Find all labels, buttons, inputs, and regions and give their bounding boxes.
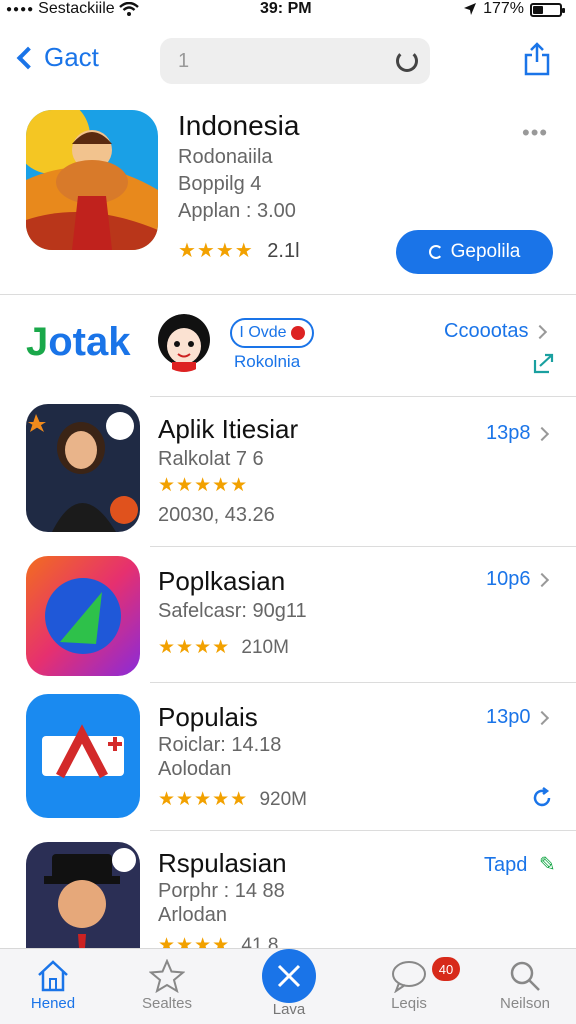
brand-row[interactable]: Jotak I Ovde Rokolnia Ccoootas	[0, 300, 576, 392]
tab-home-label: Hened	[30, 995, 76, 1012]
app-list-item[interactable]: Poplkasian Safelcasr: 90g11 ★★★★ 210M 10…	[0, 556, 576, 676]
more-options-icon[interactable]: •••	[522, 120, 548, 146]
featured-app-version: Applan : 3.00	[178, 200, 296, 222]
chevron-right-icon	[534, 426, 549, 442]
app-link[interactable]: Tapd ✎	[484, 852, 556, 877]
app-meta-secondary: Arlodan	[158, 904, 227, 926]
refresh-icon[interactable]	[530, 786, 554, 810]
carrier-label: Sestackiile	[38, 0, 115, 17]
star-rating-icon: ★★★★	[158, 637, 231, 658]
record-icon	[290, 326, 305, 340]
featured-app-title: Indonesia	[178, 110, 300, 141]
divider	[150, 546, 576, 547]
divider	[150, 830, 576, 831]
refresh-icon	[428, 245, 443, 259]
featured-app-info: Rodonaiila Boppilg 4 Applan : 3.00	[178, 144, 296, 225]
app-list-item[interactable]: Populais Roiclar: 14.18 Aolodan ★★★★★ 92…	[0, 694, 576, 824]
app-downloads: 210M	[241, 637, 289, 658]
app-link[interactable]: 13p0	[486, 706, 549, 729]
tab-search-label: Neilson	[499, 995, 551, 1012]
brand-subtitle[interactable]: Rokolnia	[234, 352, 300, 372]
avatar[interactable]	[156, 314, 212, 372]
app-link[interactable]: 13p8	[486, 422, 549, 445]
featured-app-rating: ★★★★ 2.1l	[178, 238, 300, 263]
app-rating: ★★★★ 210M	[158, 636, 289, 659]
featured-app-category: Boppilg 4	[178, 173, 262, 195]
search-bar	[160, 38, 430, 84]
close-icon	[277, 964, 301, 988]
app-rating: ★★★★ 41.8	[158, 934, 278, 948]
pill-button[interactable]: I Ovde	[230, 318, 314, 348]
star-rating-icon: ★★★★	[178, 240, 254, 262]
app-rating: ★★★★★ 920M	[158, 788, 307, 811]
featured-app-icon[interactable]	[26, 110, 158, 250]
back-label: Gact	[44, 42, 99, 72]
search-icon	[510, 961, 540, 991]
star-rating-icon: ★★★★★	[158, 789, 249, 810]
tab-favorites-label: Sealtes	[141, 995, 193, 1012]
app-link[interactable]: 10p6	[486, 568, 549, 591]
signal-icon: ●●●●	[6, 3, 35, 15]
featured-app-developer: Rodonaiila	[178, 146, 273, 168]
star-rating-icon: ★★★★★	[158, 475, 249, 496]
app-icon[interactable]	[26, 404, 140, 532]
battery-percent: 177%	[483, 0, 524, 17]
tab-messages-label: Leqis	[391, 995, 427, 1012]
chevron-left-icon	[16, 46, 40, 69]
center-action-button[interactable]	[262, 949, 316, 1003]
app-name: Rspulasian	[158, 848, 287, 878]
star-rating-icon: ★★★★	[158, 935, 231, 948]
app-meta: Ralkolat 7 6	[158, 448, 264, 470]
search-input[interactable]	[160, 38, 360, 84]
tab-search[interactable]: Neilson	[480, 957, 570, 1012]
location-icon	[464, 3, 477, 15]
chevron-right-icon	[534, 710, 549, 726]
share-icon[interactable]	[532, 352, 556, 374]
divider	[0, 294, 576, 295]
app-downloads: 41.8	[241, 935, 279, 948]
app-name: Populais	[158, 702, 258, 732]
get-button-label: Gepolila	[450, 241, 521, 262]
app-downloads: 920M	[259, 789, 307, 810]
notification-badge: 40	[432, 957, 460, 981]
brand-link[interactable]: Ccoootas	[444, 320, 547, 343]
app-meta-secondary: Aolodan	[158, 758, 232, 780]
divider	[150, 396, 576, 397]
star-icon	[149, 959, 185, 993]
app-name: Poplkasian	[158, 566, 286, 596]
app-list-item[interactable]: Aplik Itiesiar Ralkolat 7 6 ★★★★★ 20030,…	[0, 404, 576, 540]
app-icon[interactable]	[26, 556, 140, 676]
tab-center-label: Lava	[272, 1001, 306, 1018]
featured-app[interactable]: Indonesia Rodonaiila Boppilg 4 Applan : …	[0, 100, 576, 292]
rating-value: 2.1l	[267, 240, 300, 262]
app-meta: Safelcasr: 90g11	[158, 600, 307, 622]
divider	[150, 682, 576, 683]
status-bar: ●●●● Sestackiile 39: PM 177%	[0, 0, 576, 22]
app-list-item[interactable]: Rspulasian Porphr : 14 88 Arlodan ★★★★ 4…	[0, 842, 576, 948]
brand-logo: Jotak	[26, 320, 131, 364]
tab-home[interactable]: Hened	[8, 957, 98, 1012]
reload-icon[interactable]	[396, 50, 418, 72]
tab-bar: Hened Sealtes Lava Leqis 40 Neilson	[0, 948, 576, 1024]
chat-bubble-icon	[392, 961, 426, 993]
home-icon	[38, 960, 68, 992]
wifi-icon	[118, 2, 139, 16]
battery-icon	[530, 3, 565, 17]
status-time: 39: PM	[260, 0, 312, 17]
share-icon[interactable]	[522, 42, 552, 76]
tab-favorites[interactable]: Sealtes	[122, 957, 212, 1012]
chevron-right-icon	[534, 572, 549, 588]
app-meta: Roiclar: 14.18	[158, 734, 282, 756]
app-rating: ★★★★★	[158, 474, 248, 497]
app-stats: 20030, 43.26	[158, 504, 275, 526]
chevron-right-icon	[532, 324, 547, 340]
share-icon: ✎	[538, 854, 556, 876]
app-meta: Porphr : 14 88	[158, 880, 285, 902]
get-button[interactable]: Gepolila	[396, 230, 553, 274]
nav-bar: Gact	[0, 30, 576, 90]
app-icon[interactable]	[26, 694, 140, 818]
app-name: Aplik Itiesiar	[158, 414, 299, 444]
app-icon[interactable]	[26, 842, 140, 948]
back-button[interactable]: Gact	[16, 42, 99, 73]
